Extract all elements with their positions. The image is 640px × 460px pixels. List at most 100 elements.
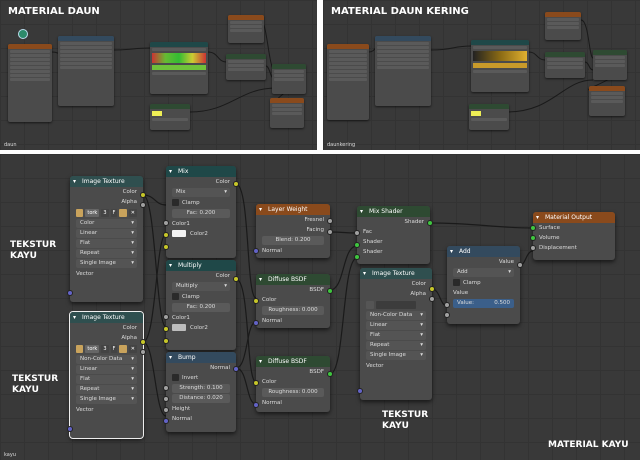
color-space-dropdown[interactable]: Non-Color Data bbox=[366, 311, 426, 320]
socket-color-out[interactable] bbox=[140, 339, 146, 345]
mini-material-output[interactable] bbox=[270, 98, 304, 128]
socket-displacement-in[interactable] bbox=[530, 245, 536, 251]
socket-normal-in[interactable] bbox=[253, 248, 259, 254]
add-math-node[interactable]: Add Value Add Clamp Value Value: 0.500 bbox=[444, 246, 523, 324]
mini-mapping[interactable] bbox=[58, 36, 114, 106]
image-browse-icon[interactable] bbox=[76, 209, 84, 217]
socket-color-out[interactable] bbox=[233, 181, 239, 187]
mini-mapping[interactable] bbox=[375, 36, 431, 106]
roughness-field[interactable]: Roughness: 0.000 bbox=[262, 388, 324, 397]
layer-weight-node[interactable]: Layer Weight Fresnel Facing Blend: 0.200… bbox=[253, 204, 333, 258]
color-space-dropdown[interactable]: Color bbox=[76, 219, 137, 228]
image-texture-node-1[interactable]: Image Texture Color Alpha tork 3 F ✕ Col… bbox=[67, 176, 146, 302]
value-field[interactable]: Value: 0.500 bbox=[453, 299, 514, 308]
blend-mode-dropdown[interactable]: Multiply bbox=[172, 282, 230, 291]
extension-dropdown[interactable]: Repeat bbox=[76, 249, 137, 258]
diffuse-bsdf-node-1[interactable]: Diffuse BSDF BSDF Color Roughness: 0.000… bbox=[253, 274, 333, 328]
mini-mix-shader[interactable] bbox=[593, 50, 627, 80]
socket-alpha-out[interactable] bbox=[429, 296, 435, 302]
interpolation-dropdown[interactable]: Linear bbox=[366, 321, 426, 330]
image-fake-user[interactable]: F bbox=[110, 209, 118, 217]
mini-translucent-bsdf[interactable] bbox=[469, 104, 509, 130]
node-header[interactable]: Add bbox=[447, 246, 520, 257]
node-header[interactable]: Diffuse BSDF bbox=[256, 356, 330, 367]
socket-surface-in[interactable] bbox=[530, 225, 536, 231]
socket-value1-in[interactable] bbox=[444, 302, 450, 308]
mini-texture-coordinate[interactable] bbox=[8, 44, 52, 122]
roughness-field[interactable]: Roughness: 0.000 bbox=[262, 306, 324, 315]
node-header[interactable]: Layer Weight bbox=[256, 204, 330, 215]
mini-material-output[interactable] bbox=[589, 86, 625, 116]
source-dropdown[interactable]: Single Image bbox=[366, 351, 426, 360]
bump-node[interactable]: Bump Normal Invert Strength: 0.100 Dista… bbox=[163, 352, 239, 432]
socket-fac-in[interactable] bbox=[163, 220, 169, 226]
socket-color-out[interactable] bbox=[233, 276, 239, 282]
node-header[interactable]: Image Texture bbox=[70, 312, 143, 323]
image-browse-icon[interactable] bbox=[366, 301, 374, 309]
clamp-checkbox[interactable]: Clamp bbox=[166, 292, 236, 302]
blend-mode-dropdown[interactable]: Mix bbox=[172, 188, 230, 197]
socket-normal-out[interactable] bbox=[233, 366, 239, 372]
node-header[interactable]: Image Texture bbox=[70, 176, 143, 187]
node-header[interactable]: Mix Shader bbox=[357, 206, 430, 217]
clamp-checkbox[interactable]: Clamp bbox=[166, 198, 236, 208]
interpolation-dropdown[interactable]: Linear bbox=[76, 229, 137, 238]
socket-color2-in[interactable] bbox=[163, 244, 169, 250]
mini-colorramp[interactable] bbox=[150, 42, 208, 94]
color-space-dropdown[interactable]: Non-Color Data bbox=[76, 355, 137, 364]
close-icon[interactable]: ✕ bbox=[128, 345, 137, 353]
socket-normal-in[interactable] bbox=[253, 320, 259, 326]
mini-layer-weight[interactable] bbox=[545, 12, 581, 40]
socket-color-in[interactable] bbox=[253, 380, 259, 386]
socket-color-out[interactable] bbox=[140, 192, 146, 198]
image-name-empty[interactable] bbox=[376, 301, 416, 309]
socket-color1-in[interactable] bbox=[163, 232, 169, 238]
node-header[interactable]: Material Output bbox=[533, 212, 615, 223]
mini-colorramp[interactable] bbox=[471, 40, 529, 92]
color-swatch[interactable] bbox=[172, 324, 186, 331]
image-browse-icon[interactable] bbox=[76, 345, 84, 353]
folder-icon[interactable] bbox=[119, 345, 127, 353]
mix-node[interactable]: Mix Color Mix Clamp Fac: 0.200 Color1 Co… bbox=[163, 166, 239, 258]
mini-layer-weight[interactable] bbox=[228, 15, 264, 43]
checkbox-icon[interactable] bbox=[172, 374, 179, 381]
checkbox-icon[interactable] bbox=[172, 199, 179, 206]
socket-shader1-in[interactable] bbox=[354, 242, 360, 248]
socket-normal-in[interactable] bbox=[253, 402, 259, 408]
clamp-checkbox[interactable]: Clamp bbox=[447, 278, 520, 288]
socket-distance-in[interactable] bbox=[163, 396, 169, 402]
image-fake-user[interactable]: F bbox=[110, 345, 118, 353]
invert-checkbox[interactable]: Invert bbox=[166, 373, 236, 383]
node-header[interactable]: Mix bbox=[166, 166, 236, 177]
blend-field[interactable]: Blend: 0.200 bbox=[262, 236, 324, 245]
socket-value2-in[interactable] bbox=[444, 312, 450, 318]
node-header[interactable]: Bump bbox=[166, 352, 236, 363]
mini-diffuse-bsdf[interactable] bbox=[226, 54, 266, 80]
folder-icon[interactable] bbox=[119, 209, 127, 217]
socket-shader-out[interactable] bbox=[427, 220, 433, 226]
operation-dropdown[interactable]: Add bbox=[453, 268, 514, 277]
node-editor-daun[interactable]: MATERIAL DAUN daun bbox=[0, 0, 317, 150]
node-header[interactable]: Diffuse BSDF bbox=[256, 274, 330, 285]
mini-diffuse-bsdf[interactable] bbox=[545, 52, 585, 78]
socket-alpha-out[interactable] bbox=[140, 202, 146, 208]
projection-dropdown[interactable]: Flat bbox=[76, 239, 137, 248]
mini-translucent-bsdf[interactable] bbox=[150, 104, 190, 130]
socket-volume-in[interactable] bbox=[530, 235, 536, 241]
socket-shader2-in[interactable] bbox=[354, 254, 360, 260]
diffuse-bsdf-node-2[interactable]: Diffuse BSDF BSDF Color Roughness: 0.000… bbox=[253, 356, 333, 412]
socket-strength-in[interactable] bbox=[163, 385, 169, 391]
color-swatch[interactable] bbox=[172, 230, 186, 237]
checkbox-icon[interactable] bbox=[172, 293, 179, 300]
socket-vector-in[interactable] bbox=[67, 426, 73, 432]
mix-shader-node[interactable]: Mix Shader Shader Fac Shader Shader bbox=[354, 206, 433, 264]
fac-field[interactable]: Fac: 0.200 bbox=[172, 209, 230, 218]
socket-height-in[interactable] bbox=[163, 407, 169, 413]
socket-normal-in[interactable] bbox=[163, 418, 169, 424]
mini-mix-shader[interactable] bbox=[272, 64, 306, 94]
image-selector[interactable] bbox=[366, 300, 426, 310]
socket-color-in[interactable] bbox=[253, 298, 259, 304]
socket-fac-in[interactable] bbox=[163, 314, 169, 320]
socket-fresnel-out[interactable] bbox=[327, 218, 333, 224]
image-selector[interactable]: tork 3 F ✕ bbox=[76, 344, 137, 354]
